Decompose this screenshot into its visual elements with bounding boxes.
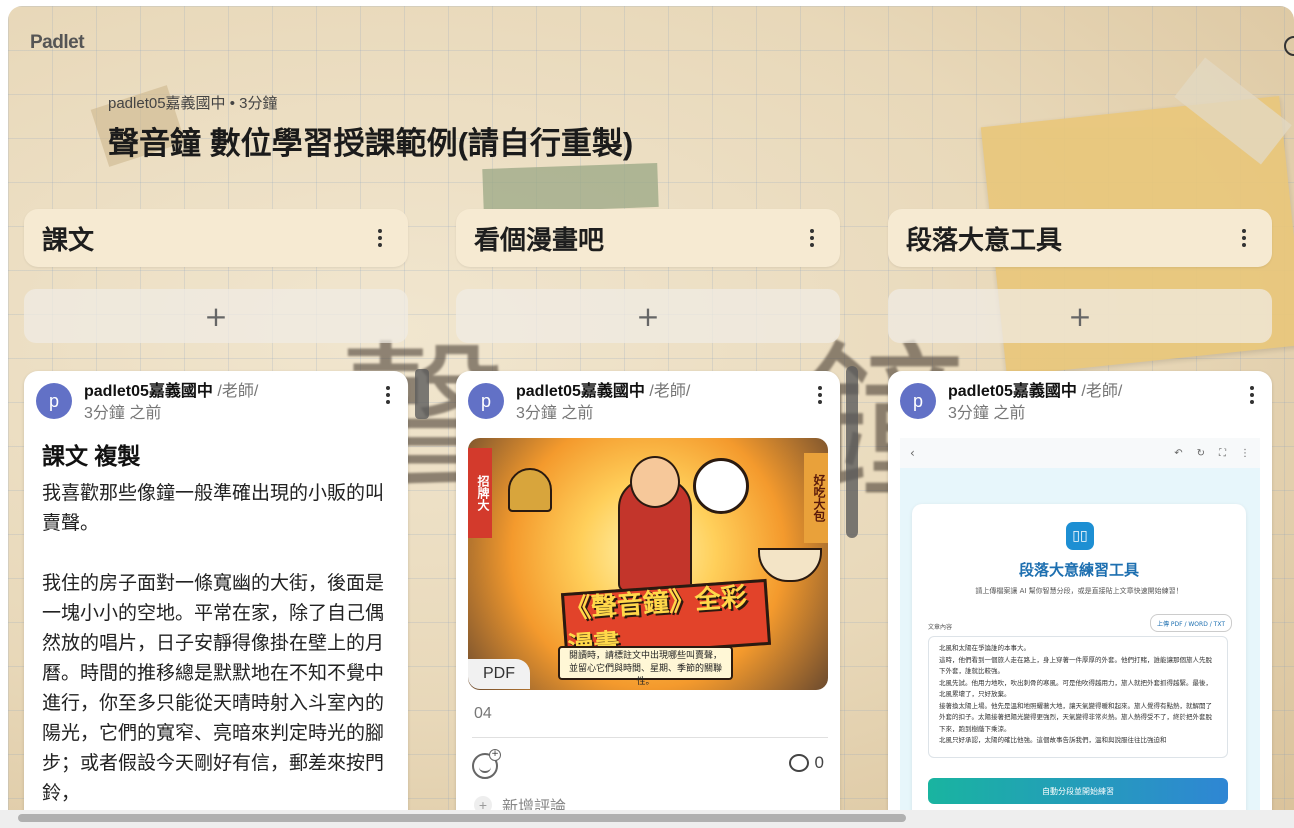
author-role: /老師/ [217, 383, 259, 400]
avatar[interactable]: p [468, 383, 504, 419]
undo-icon[interactable]: ↶ [1174, 448, 1182, 459]
post-author-block: padlet05嘉義國中 /老師/ 3分鐘 之前 [84, 381, 258, 425]
pdf-badge: PDF [468, 659, 530, 689]
post-header: p padlet05嘉義國中 /老師/ 3分鐘 之前 [888, 371, 1272, 425]
post-menu-icon[interactable] [810, 383, 830, 407]
comic-preview-image[interactable]: 招牌大 好吃大包 《聲音鐘》全彩漫畫 閱讀時，請標註文中出現哪些叫賣聲，並留心它… [468, 438, 828, 690]
tool-subtitle: 請上傳檔案讓 AI 幫你智慧分段，或是直接貼上文章快速開始練習！ [975, 587, 1183, 595]
book-icon: ▯▯ [1066, 522, 1094, 550]
text-label: 文章內容 [928, 624, 953, 631]
embed-toolbar: ‹ ↶ ↻ ⛶ ⋮ [900, 438, 1260, 468]
bowl-illustration [758, 548, 822, 582]
column-menu-icon[interactable] [370, 226, 390, 250]
post-time: 3分鐘 之前 [516, 405, 594, 422]
board-meta: padlet05嘉義國中 • 3分鐘 [108, 95, 278, 112]
post-time: 3分鐘 之前 [948, 405, 1026, 422]
post-time: 3分鐘 之前 [84, 405, 162, 422]
bell-illustration [508, 468, 552, 512]
article-textarea[interactable]: 北風和太陽在爭論誰的本事大。 這時，他們看到一個旅人走在路上，身上穿著一件厚厚的… [928, 636, 1228, 758]
plus-badge-icon: + [489, 749, 501, 761]
tool-panel: ▯▯ 段落大意練習工具 請上傳檔案讓 AI 幫你智慧分段，或是直接貼上文章快速開… [912, 504, 1246, 822]
post-card[interactable]: p padlet05嘉義國中 /老師/ 3分鐘 之前 招牌大 好吃大包 《聲音鐘… [456, 371, 840, 822]
author-name: padlet05嘉義國中 [516, 383, 645, 400]
avatar[interactable]: p [36, 383, 72, 419]
column-scrollbar[interactable] [415, 369, 429, 419]
post-header: p padlet05嘉義國中 /老師/ 3分鐘 之前 [24, 371, 408, 425]
column-header: 看個漫畫吧 [456, 209, 840, 267]
add-post-button[interactable]: + [888, 289, 1272, 343]
face-illustration [630, 456, 680, 508]
tool-title: 段落大意練習工具 [1018, 562, 1139, 579]
auto-segment-button[interactable]: 自動分段並開始練習 [928, 778, 1228, 804]
scrollbar-thumb[interactable] [18, 814, 906, 822]
post-author-block: padlet05嘉義國中 /老師/ 3分鐘 之前 [948, 381, 1122, 425]
column-title: 段落大意工具 [906, 224, 1063, 255]
attachment-filename[interactable]: 04 [474, 705, 492, 723]
column-text: 課文 + p padlet05嘉義國中 /老師/ 3分鐘 之前 課文 複製 我喜… [24, 209, 408, 822]
post-title: 課文 複製 [42, 443, 141, 469]
divider [472, 737, 828, 738]
padlet-logo[interactable]: Padlet [30, 32, 85, 54]
author-name: padlet05嘉義國中 [84, 383, 213, 400]
search-icon[interactable] [1284, 36, 1294, 56]
comment-count-button[interactable]: 0 [788, 753, 824, 773]
column-header: 課文 [24, 209, 408, 267]
refresh-icon[interactable]: ↻ [1197, 448, 1205, 459]
avatar[interactable]: p [900, 383, 936, 419]
comic-sign-left: 招牌大 [468, 448, 492, 538]
column-header: 段落大意工具 [888, 209, 1272, 267]
more-icon[interactable]: ⋮ [1240, 448, 1250, 459]
post-menu-icon[interactable] [378, 383, 398, 407]
author-name: padlet05嘉義國中 [948, 383, 1077, 400]
clock-illustration [693, 458, 749, 514]
author-role: /老師/ [649, 383, 691, 400]
column-menu-icon[interactable] [802, 226, 822, 250]
comic-caption: 閱讀時，請標註文中出現哪些叫賣聲，並留心它們與時間、星期、季節的關聯性。 [558, 646, 733, 687]
back-icon[interactable]: ‹ [910, 446, 915, 460]
column-menu-icon[interactable] [1234, 226, 1254, 250]
fullscreen-icon[interactable]: ⛶ [1219, 448, 1226, 459]
horizontal-scrollbar[interactable] [0, 810, 1294, 828]
post-header: p padlet05嘉義國中 /老師/ 3分鐘 之前 [456, 371, 840, 425]
comic-sign-right: 好吃大包 [804, 453, 828, 543]
padlet-board: 聲 鐘 Padlet padlet05嘉義國中 • 3分鐘 聲音鐘 數位學習授課… [8, 6, 1294, 822]
post-body: 我喜歡那些像鐘一般準確出現的小販的叫賣聲。 我住的房子面對一條寬幽的大街，後面是… [42, 483, 385, 804]
board-title: 聲音鐘 數位學習授課範例(請自行重製) [108, 126, 634, 161]
embedded-tool-preview[interactable]: ‹ ↶ ↻ ⛶ ⋮ ▯▯ 段落大意練習工具 請上傳檔案讓 AI 幫你智慧分段，或… [900, 438, 1260, 822]
column-title: 看個漫畫吧 [474, 224, 605, 255]
post-menu-icon[interactable] [1242, 383, 1262, 407]
comment-count: 0 [814, 753, 824, 772]
column-tool: 段落大意工具 + p padlet05嘉義國中 /老師/ 3分鐘 之前 ‹ ↶ … [888, 209, 1272, 822]
tape-decoration [482, 162, 659, 214]
column-comic: 看個漫畫吧 + p padlet05嘉義國中 /老師/ 3分鐘 之前 招牌大 好… [456, 209, 840, 822]
post-card[interactable]: p padlet05嘉義國中 /老師/ 3分鐘 之前 課文 複製 我喜歡那些像鐘… [24, 371, 408, 822]
author-role: /老師/ [1081, 383, 1123, 400]
add-post-button[interactable]: + [456, 289, 840, 343]
column-title: 課文 [42, 224, 95, 255]
comment-bubble-icon [788, 754, 809, 772]
column-scrollbar[interactable] [846, 366, 858, 538]
post-author-block: padlet05嘉義國中 /老師/ 3分鐘 之前 [516, 381, 690, 425]
post-card[interactable]: p padlet05嘉義國中 /老師/ 3分鐘 之前 ‹ ↶ ↻ ⛶ ⋮ ▯▯ … [888, 371, 1272, 822]
add-post-button[interactable]: + [24, 289, 408, 343]
upload-button[interactable]: 上傳 PDF / WORD / TXT [1149, 614, 1232, 632]
